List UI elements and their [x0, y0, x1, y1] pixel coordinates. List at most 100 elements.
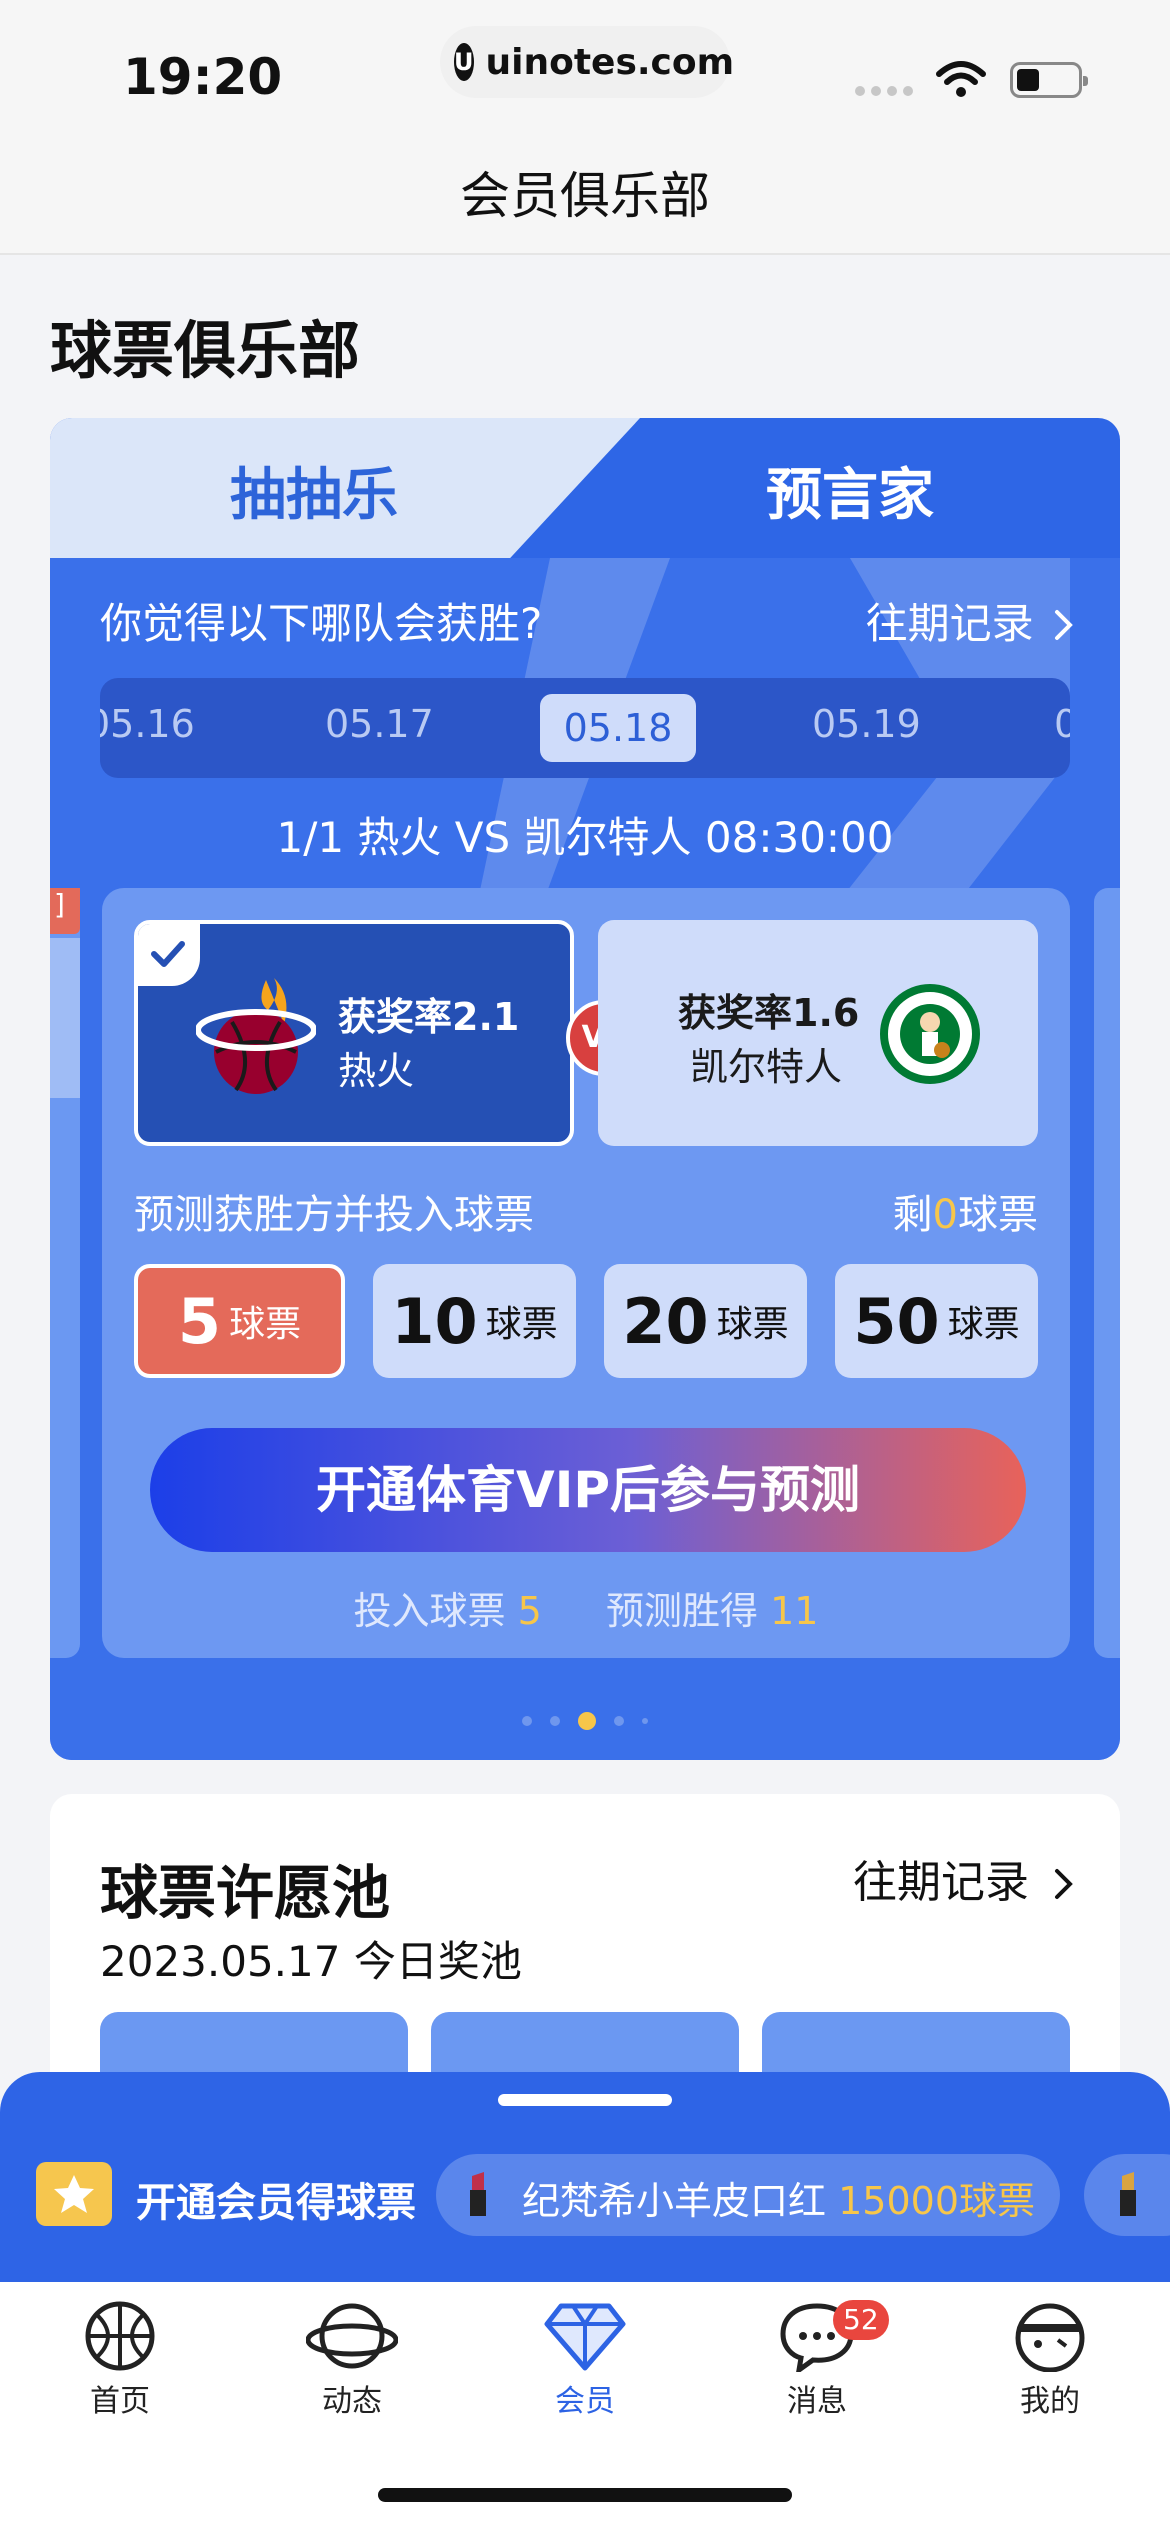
diamond-icon — [544, 2303, 626, 2371]
prediction-hint: 预测获胜方并投入球票 — [134, 1192, 534, 1238]
predictor-card: 抽抽乐 预言家 你觉得以下哪队会获胜? 往期记录 05.16 05.17 05.… — [50, 418, 1120, 1760]
prev-panel-peek[interactable]: ] — [50, 888, 80, 1658]
team-name: 热火 — [338, 1049, 415, 1093]
page-dot — [550, 1716, 560, 1726]
team-option-heat[interactable]: 获奖率2.1 热火 — [134, 920, 574, 1146]
page-dot — [522, 1716, 532, 1726]
cellular-signal-icon — [855, 86, 913, 96]
history-link-label: 往期记录 — [865, 599, 1034, 648]
prediction-panel: 获奖率2.1 热火 VS 获奖率1.6 凯尔特人 预测获胜方并投入球票 剩0球票… — [102, 888, 1070, 1658]
battery-icon — [1010, 62, 1088, 98]
prize-points: 15000球票 — [838, 2179, 1035, 2223]
chip-unit: 球票 — [485, 1304, 558, 1345]
chip-unit: 球票 — [947, 1304, 1020, 1345]
remaining-suffix: 球票 — [958, 1192, 1038, 1238]
prev-panel-block — [50, 938, 80, 1098]
chip-number: 20 — [622, 1284, 709, 1358]
remaining-tickets: 剩0球票 — [893, 1182, 1038, 1240]
tab-home[interactable]: 首页 — [20, 2300, 220, 2420]
chip-unit: 球票 — [229, 1304, 302, 1345]
tab-messages[interactable]: 52 消息 — [717, 2300, 917, 2420]
tab-label: 动态 — [322, 2384, 382, 2419]
url-pill[interactable]: U uinotes.com — [440, 26, 734, 98]
promo-sheet: 开通会员得球票 纪梵希小羊皮口红 15000球票 — [0, 2072, 1170, 2282]
date-item-selected[interactable]: 05.18 — [540, 694, 696, 762]
heat-logo-icon — [196, 978, 316, 1094]
next-panel-peek[interactable] — [1094, 888, 1120, 1658]
tab-label: 首页 — [90, 2384, 150, 2419]
tab-label: 我的 — [1020, 2384, 1080, 2419]
chevron-right-icon — [1055, 610, 1073, 640]
tab-predictor-label: 预言家 — [766, 463, 934, 528]
unread-badge: 52 — [833, 2300, 889, 2340]
ticket-amount-options: 5 球票 10 球票 20 球票 50 球票 — [134, 1264, 1038, 1378]
date-selector: 05.16 05.17 05.18 05.19 0 — [100, 678, 1070, 778]
ticket-chip-20[interactable]: 20 球票 — [604, 1264, 807, 1378]
question-text: 你觉得以下哪队会获胜? — [100, 599, 543, 648]
date-item[interactable]: 05.17 — [325, 702, 434, 746]
selected-check-icon — [138, 924, 200, 986]
vip-predict-button[interactable]: 开通体育VIP后参与预测 — [150, 1428, 1026, 1552]
team-name: 凯尔特人 — [690, 1045, 843, 1089]
chip-unit: 球票 — [716, 1304, 789, 1345]
wish-pool-date: 2023.05.17 今日奖池 — [100, 1937, 522, 1986]
prize-name: 纪梵希小羊皮口红 — [522, 2179, 827, 2223]
date-item[interactable]: 05.19 — [812, 702, 921, 746]
page-dot-active — [578, 1712, 596, 1730]
sheet-drag-handle[interactable] — [498, 2094, 672, 2106]
wifi-icon — [936, 61, 986, 97]
wish-pool-title: 球票许愿池 — [100, 1859, 391, 1927]
team-option-celtics[interactable]: 获奖率1.6 凯尔特人 — [598, 920, 1038, 1146]
tab-member[interactable]: 会员 — [485, 2300, 685, 2420]
remaining-prefix: 剩 — [892, 1192, 933, 1238]
planet-icon — [306, 2303, 398, 2369]
celtics-logo-icon — [880, 984, 980, 1084]
chip-number: 50 — [853, 1284, 940, 1358]
url-text: uinotes.com — [485, 41, 735, 83]
match-title: 1/1 热火 VS 凯尔特人 08:30:00 — [276, 813, 894, 862]
date-item[interactable]: 05.16 — [100, 702, 195, 746]
prev-panel-tag: ] — [50, 888, 80, 934]
history-link[interactable]: 往期记录 — [866, 590, 1075, 651]
home-indicator — [378, 2488, 792, 2502]
page-heading: 球票俱乐部 — [50, 314, 361, 387]
vip-promo-text[interactable]: 开通会员得球票 — [136, 2170, 416, 2228]
lipstick-icon — [1120, 2172, 1136, 2216]
tab-profile[interactable]: 我的 — [950, 2300, 1150, 2420]
prize-text: 纪梵希小羊皮口红 15000球票 — [522, 2170, 1035, 2225]
ticket-chip-50[interactable]: 50 球票 — [835, 1264, 1038, 1378]
tab-lottery-label: 抽抽乐 — [230, 463, 398, 528]
team-win-rate: 获奖率2.1 — [338, 995, 520, 1039]
chevron-right-icon — [1055, 1869, 1073, 1899]
lipstick-icon — [470, 2172, 486, 2216]
basketball-icon — [85, 2301, 155, 2371]
status-time: 19:20 — [123, 48, 283, 106]
bet-label: 投入球票 — [353, 1589, 506, 1633]
ticket-chip-10[interactable]: 10 球票 — [373, 1264, 576, 1378]
wish-pool-history-link[interactable]: 往期记录 — [853, 1846, 1075, 1910]
chip-number: 5 — [177, 1284, 222, 1358]
prev-panel-tag-text: ] — [54, 888, 65, 921]
date-item[interactable]: 0 — [1054, 702, 1070, 746]
tab-feed[interactable]: 动态 — [252, 2300, 452, 2420]
avatar-icon — [1015, 2303, 1085, 2372]
history-link-label: 往期记录 — [853, 1857, 1029, 1908]
remaining-count: 0 — [932, 1192, 958, 1238]
tab-label: 消息 — [787, 2384, 847, 2419]
prize-marquee-item[interactable] — [1084, 2154, 1170, 2236]
page-dot — [642, 1718, 648, 1724]
win-value: 11 — [770, 1589, 819, 1633]
bet-summary: 投入球票 5 预测胜得 11 — [102, 1580, 1070, 1635]
status-bar: 19:20 U uinotes.com — [0, 0, 1170, 150]
chip-number: 10 — [391, 1284, 478, 1358]
bet-value: 5 — [517, 1589, 542, 1633]
nav-title: 会员俱乐部 — [0, 150, 1170, 255]
team-win-rate: 获奖率1.6 — [678, 991, 860, 1035]
win-label: 预测胜得 — [606, 1589, 759, 1633]
ticket-chip-5[interactable]: 5 球票 — [134, 1264, 345, 1378]
star-badge-icon — [36, 2162, 112, 2226]
tab-lottery[interactable]: 抽抽乐 — [50, 418, 640, 558]
site-logo-icon: U — [454, 43, 474, 81]
page-dot — [614, 1716, 624, 1726]
prize-marquee-item[interactable]: 纪梵希小羊皮口红 15000球票 — [436, 2154, 1060, 2236]
